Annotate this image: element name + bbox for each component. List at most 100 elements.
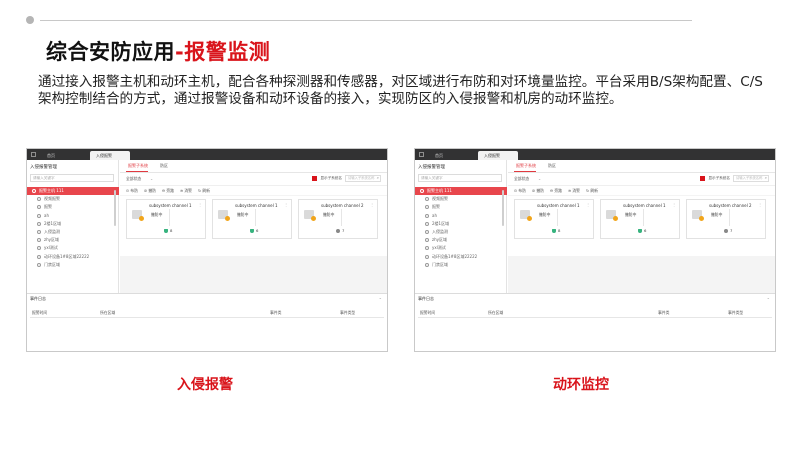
subsystem-card[interactable]: subsystem channel 2 ⋮ 撤防中 7 bbox=[298, 199, 378, 239]
region-icon bbox=[37, 229, 41, 234]
event-log-panel: 事件日志 ⌄ 报警时间 所在区域 事件类 事件类型 bbox=[27, 293, 387, 351]
subsystem-search-input[interactable]: 请输入子系统名称 bbox=[345, 175, 381, 182]
tree-item[interactable]: yxl测试 bbox=[415, 244, 507, 252]
action-toolbar: ⊙ 布防 ⊘ 撤防 ⊖ 旁路 ≋ 消警 ↻ 刷新 bbox=[120, 185, 387, 195]
tree-item[interactable]: yxl测试 bbox=[27, 244, 119, 252]
window-tab[interactable]: 入侵报警 bbox=[478, 151, 518, 160]
event-column-header[interactable]: 事件类型 bbox=[728, 310, 743, 316]
toolbar-button[interactable]: ⊙ 布防 bbox=[514, 188, 526, 194]
chevron-down-icon: ⌄ bbox=[150, 176, 154, 181]
caption-env-monitor: 动环监控 bbox=[553, 377, 609, 393]
toolbar-button[interactable]: ⊖ 旁路 bbox=[162, 188, 174, 194]
tree-item[interactable]: 报警 bbox=[415, 203, 507, 211]
tree-scrollbar[interactable] bbox=[114, 190, 116, 226]
event-column-header[interactable]: 事件类 bbox=[270, 310, 281, 316]
event-column-header[interactable]: 报警时间 bbox=[32, 310, 47, 316]
tree-item[interactable]: 入侵监测 bbox=[27, 228, 119, 236]
app-grid-icon[interactable] bbox=[419, 152, 424, 157]
search-icon[interactable]: ⌕ bbox=[765, 175, 767, 180]
tree-item[interactable]: zhy区域 bbox=[415, 236, 507, 244]
tree-item[interactable]: 报警 bbox=[27, 203, 119, 211]
show-name-checkbox[interactable] bbox=[312, 176, 317, 181]
subtab[interactable]: 报警子系统 bbox=[128, 163, 148, 169]
tree-scrollbar[interactable] bbox=[502, 190, 504, 226]
tree-item[interactable]: ah bbox=[27, 212, 119, 220]
subtab[interactable]: 报警子系统 bbox=[516, 163, 536, 169]
tree-item-label: 报警 bbox=[432, 204, 440, 210]
subsystem-card[interactable]: subsystem channel 1 ⋮ 撤防中 8 bbox=[514, 199, 594, 239]
alarm-status-dot bbox=[613, 216, 618, 221]
subsystem-card[interactable]: subsystem channel 1 ⋮ 撤防中 6 bbox=[212, 199, 292, 239]
env-monitor-screenshot: 首页 入侵报警 入侵报警管理 请输入关键字 报警主机 111 视频报警 报警 ah 2楼1区域入… bbox=[414, 148, 776, 352]
alarm-status-dot bbox=[139, 216, 144, 221]
tree-item[interactable]: 视频报警 bbox=[27, 195, 119, 203]
window-tab[interactable]: 首页 bbox=[41, 151, 61, 160]
app-grid-icon[interactable] bbox=[31, 152, 36, 157]
more-icon[interactable]: ⋮ bbox=[198, 202, 202, 207]
tree-item-label: 视频报警 bbox=[432, 196, 448, 202]
toolbar-button[interactable]: ⊘ 撤防 bbox=[532, 188, 544, 194]
subtab[interactable]: 防区 bbox=[548, 163, 556, 169]
subsystem-search-input[interactable]: 请输入子系统名称 bbox=[733, 175, 769, 182]
subsystem-card[interactable]: subsystem channel 2 ⋮ 撤防中 7 bbox=[686, 199, 766, 239]
filter-bar: 全部状态 ⌄ 显示子系统名 请输入子系统名称 ⌕ bbox=[508, 173, 775, 185]
toolbar-button[interactable]: ↻ 刷新 bbox=[198, 188, 210, 194]
event-column-header[interactable]: 事件类型 bbox=[340, 310, 355, 316]
tree-item[interactable]: 入侵监测 bbox=[415, 228, 507, 236]
alarm-status-dot bbox=[699, 216, 704, 221]
tree-item[interactable]: 门禁区域 bbox=[27, 261, 119, 269]
toolbar-button[interactable]: ⊘ 撤防 bbox=[144, 188, 156, 194]
subsystem-name: subsystem channel 2 bbox=[321, 203, 364, 208]
show-name-checkbox[interactable] bbox=[700, 176, 705, 181]
tree-search-input[interactable]: 请输入关键字 bbox=[418, 174, 502, 182]
subsystem-card[interactable]: subsystem channel 1 ⋮ 撤防中 8 bbox=[126, 199, 206, 239]
toolbar-button-label: 消警 bbox=[184, 188, 192, 193]
more-icon[interactable]: ⋮ bbox=[672, 202, 676, 207]
tree-item[interactable]: 门禁区域 bbox=[415, 261, 507, 269]
toolbar-button[interactable]: ⊖ 旁路 bbox=[550, 188, 562, 194]
window-tab[interactable]: 入侵报警 bbox=[90, 151, 130, 160]
tree-item[interactable]: 报警主机 111 bbox=[415, 187, 507, 196]
tree-item-label: ah bbox=[432, 212, 437, 218]
event-column-header[interactable]: 事件类 bbox=[658, 310, 669, 316]
status-filter-select[interactable]: 全部状态 bbox=[126, 176, 141, 182]
subsystem-card[interactable]: subsystem channel 1 ⋮ 撤防中 6 bbox=[600, 199, 680, 239]
toolbar-button[interactable]: ⊙ 布防 bbox=[126, 188, 138, 194]
tree-item-label: 门禁区域 bbox=[44, 261, 60, 267]
window-tab[interactable]: 首页 bbox=[429, 151, 449, 160]
event-log-panel: 事件日志 ⌄ 报警时间 所在区域 事件类 事件类型 bbox=[415, 293, 775, 351]
toolbar-button[interactable]: ≋ 消警 bbox=[180, 188, 192, 194]
status-filter-select[interactable]: 全部状态 bbox=[514, 176, 529, 182]
event-column-header[interactable]: 所在区域 bbox=[100, 310, 115, 316]
search-icon[interactable]: ⌕ bbox=[377, 175, 379, 180]
region-icon bbox=[425, 238, 429, 243]
tree-item[interactable]: 2楼1区域 bbox=[415, 220, 507, 228]
region-icon bbox=[425, 262, 429, 267]
zone-count-value: 6 bbox=[256, 228, 259, 233]
window-titlebar: 首页 入侵报警 bbox=[27, 149, 387, 160]
more-icon[interactable]: ⋮ bbox=[284, 202, 288, 207]
toolbar-button[interactable]: ≋ 消警 bbox=[568, 188, 580, 194]
event-table-header: 报警时间 所在区域 事件类 事件类型 bbox=[30, 310, 384, 318]
collapse-icon[interactable]: ⌄ bbox=[379, 295, 382, 300]
tree-item-label: 入侵监测 bbox=[44, 228, 60, 234]
toolbar-button[interactable]: ↻ 刷新 bbox=[586, 188, 598, 194]
more-icon[interactable]: ⋮ bbox=[370, 202, 374, 207]
collapse-icon[interactable]: ⌄ bbox=[767, 295, 770, 300]
tree-item[interactable]: 报警主机 111 bbox=[27, 187, 119, 196]
tree-item[interactable]: 动环设备1#8区域22222 bbox=[27, 253, 119, 261]
tree-item[interactable]: ah bbox=[415, 212, 507, 220]
more-icon[interactable]: ⋮ bbox=[758, 202, 762, 207]
region-icon bbox=[37, 254, 41, 259]
tree-item[interactable]: 动环设备1#8区域22222 bbox=[415, 253, 507, 261]
tree-search-input[interactable]: 请输入关键字 bbox=[30, 174, 114, 182]
tree-item-label: 2楼1区域 bbox=[432, 220, 450, 226]
tree-item[interactable]: zhy区域 bbox=[27, 236, 119, 244]
tree-item[interactable]: 视频报警 bbox=[415, 195, 507, 203]
zone-count: 8 bbox=[552, 228, 560, 233]
tree-item[interactable]: 2楼1区域 bbox=[27, 220, 119, 228]
event-column-header[interactable]: 所在区域 bbox=[488, 310, 503, 316]
event-column-header[interactable]: 报警时间 bbox=[420, 310, 435, 316]
more-icon[interactable]: ⋮ bbox=[586, 202, 590, 207]
subtab[interactable]: 防区 bbox=[160, 163, 168, 169]
